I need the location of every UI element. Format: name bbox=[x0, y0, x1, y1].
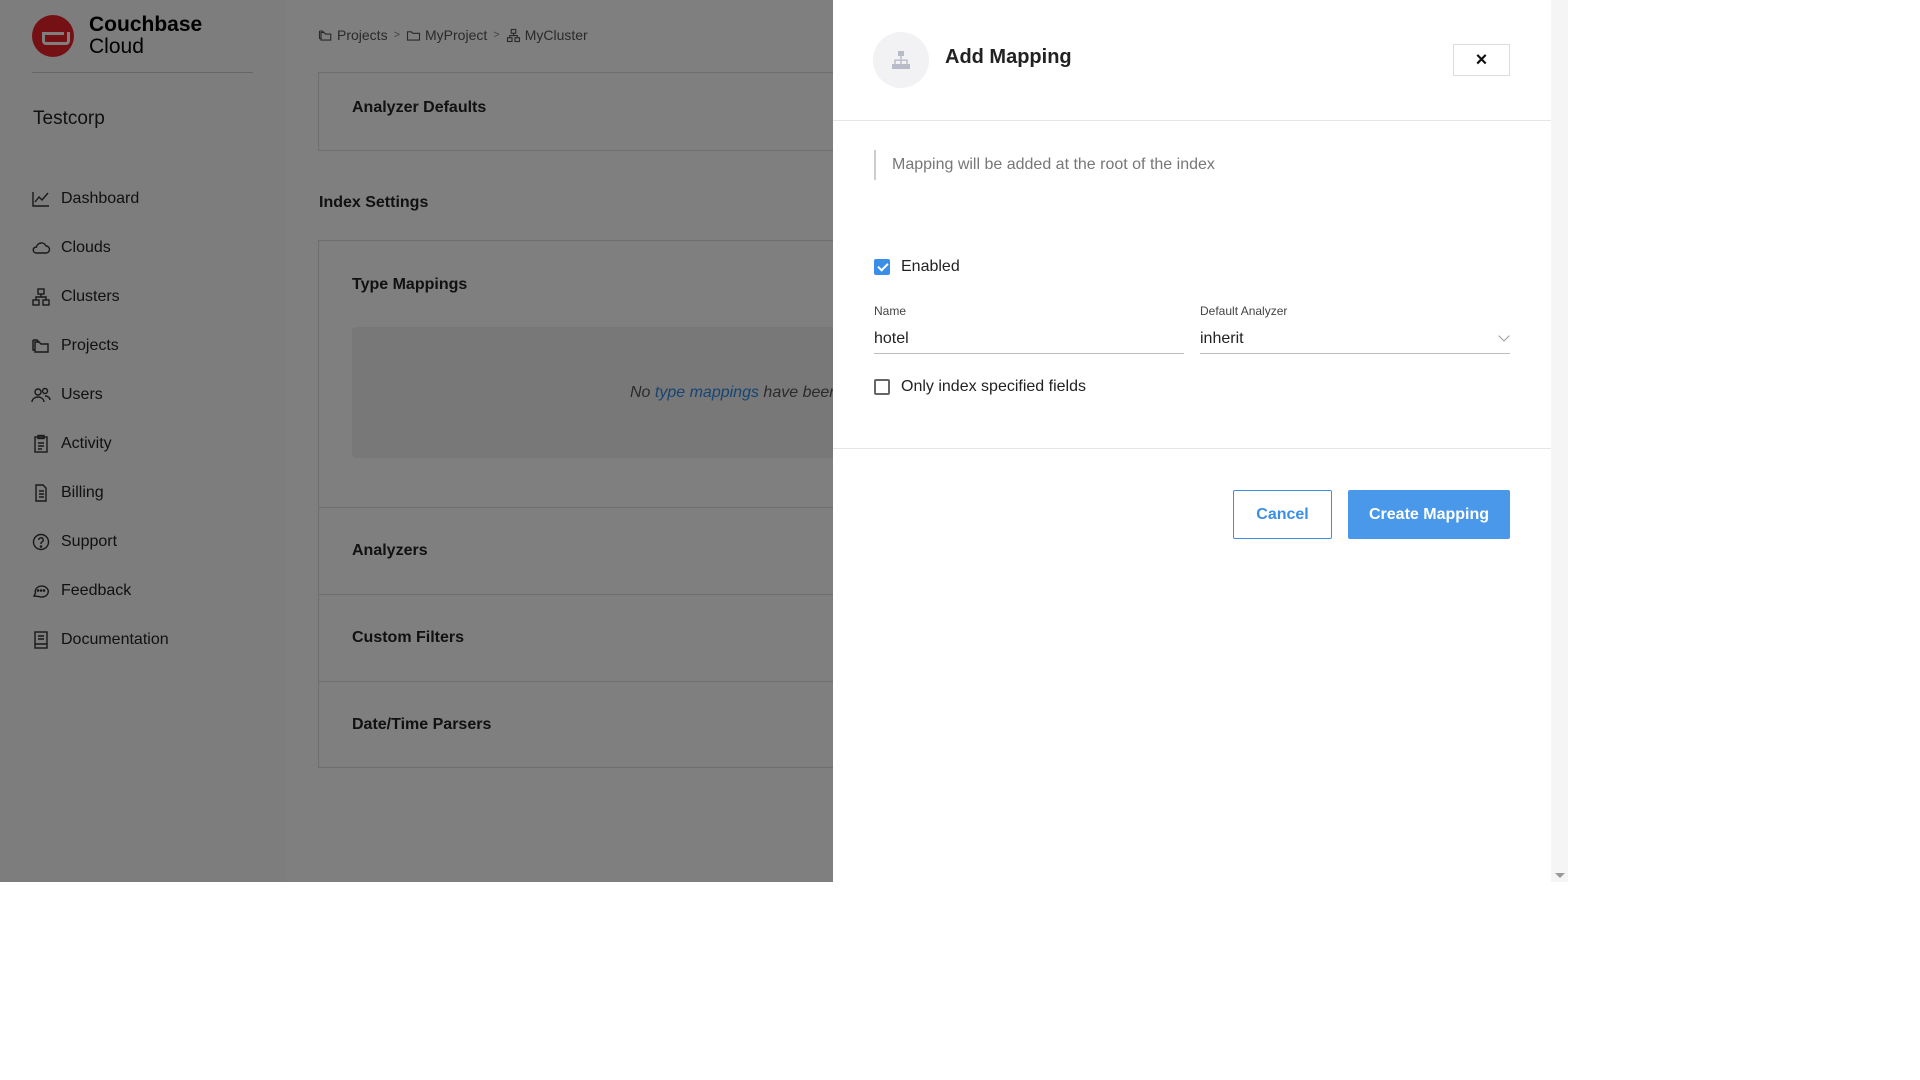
enabled-checkbox[interactable] bbox=[874, 259, 890, 275]
scroll-down-icon[interactable] bbox=[1555, 873, 1565, 878]
footer-divider bbox=[833, 448, 1551, 449]
scrollbar[interactable] bbox=[1551, 0, 1568, 882]
chevron-down-icon bbox=[1498, 330, 1510, 342]
only-index-checkbox[interactable] bbox=[874, 379, 890, 395]
add-mapping-drawer: Add Mapping × Mapping will be added at t… bbox=[833, 0, 1551, 882]
drawer-header: Add Mapping × bbox=[833, 0, 1551, 121]
only-index-label: Only index specified fields bbox=[901, 378, 1086, 395]
enabled-checkbox-row[interactable]: Enabled bbox=[874, 258, 960, 276]
close-button[interactable]: × bbox=[1453, 44, 1510, 76]
name-input[interactable] bbox=[874, 324, 1184, 354]
default-analyzer-value: inherit bbox=[1200, 330, 1244, 347]
name-label: Name bbox=[874, 304, 907, 318]
modal-backdrop[interactable] bbox=[0, 0, 833, 882]
info-message: Mapping will be added at the root of the… bbox=[874, 150, 1215, 180]
close-icon: × bbox=[1475, 48, 1488, 71]
cancel-button[interactable]: Cancel bbox=[1233, 490, 1332, 539]
drawer-title: Add Mapping bbox=[945, 46, 1072, 68]
default-analyzer-label: Default Analyzer bbox=[1200, 304, 1288, 318]
create-mapping-button[interactable]: Create Mapping bbox=[1348, 490, 1510, 539]
only-index-checkbox-row[interactable]: Only index specified fields bbox=[874, 378, 1086, 396]
default-analyzer-field: Default Analyzer inherit bbox=[1200, 304, 1510, 354]
hierarchy-icon bbox=[873, 32, 929, 88]
name-field: Name bbox=[874, 304, 1184, 354]
enabled-label: Enabled bbox=[901, 258, 960, 275]
default-analyzer-select[interactable]: inherit bbox=[1200, 324, 1510, 354]
